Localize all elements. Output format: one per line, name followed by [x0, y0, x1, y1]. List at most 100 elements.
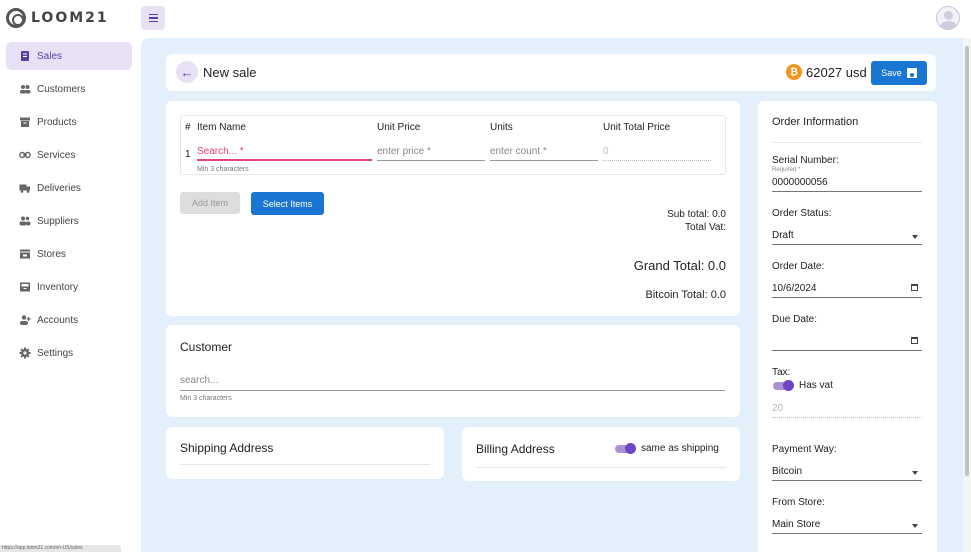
serial-number-input[interactable]: 0000000056: [772, 177, 922, 192]
sidebar-item-suppliers[interactable]: Suppliers: [6, 207, 132, 235]
bitcoin-total: Bitcoin Total: 0.0: [645, 289, 726, 301]
order-date-value: 10/6/2024: [772, 283, 817, 294]
sub-total: Sub total: 0.0: [667, 209, 726, 220]
sidebar-item-customers[interactable]: Customers: [6, 75, 132, 103]
items-table: # Item Name Unit Price Units Unit Total …: [180, 115, 726, 175]
page-title: New sale: [203, 65, 257, 80]
from-store-label: From Store:: [772, 497, 825, 508]
shipping-address-card[interactable]: Shipping Address: [166, 427, 444, 479]
menu-toggle-button[interactable]: [141, 6, 165, 30]
sidebar-item-sales[interactable]: Sales: [6, 42, 132, 70]
sidebar-item-label: Inventory: [37, 281, 79, 293]
chevron-down-icon: [912, 524, 918, 528]
calendar-icon[interactable]: [911, 337, 918, 344]
sidebar-item-label: Settings: [37, 347, 74, 359]
serial-number-label: Serial Number:: [772, 155, 839, 166]
total-vat: Total Vat:: [685, 222, 726, 233]
column-header: Unit Price: [377, 122, 421, 133]
sidebar-item-label: Sales: [37, 50, 63, 62]
vat-rate-field: 20: [772, 403, 922, 418]
items-card: # Item Name Unit Price Units Unit Total …: [166, 101, 740, 316]
bitcoin-price: 62027 usd: [806, 65, 867, 80]
floppy-disk-icon: [906, 68, 917, 78]
truck-icon: [19, 183, 31, 194]
sidebar-item-inventory[interactable]: Inventory: [6, 273, 132, 301]
order-information-card: Order Information Serial Number: Require…: [758, 101, 937, 552]
status-bar-url: https://app.loom21.com/en-US/sales: [0, 545, 121, 552]
sidebar: Sales Customers Products Services Delive…: [0, 38, 141, 552]
serial-required-hint: Required *: [772, 167, 801, 173]
group-icon: [19, 216, 31, 227]
tax-label: Tax:: [772, 367, 791, 378]
sidebar-item-label: Products: [37, 116, 77, 128]
column-header: Item Name: [197, 122, 246, 133]
sidebar-item-services[interactable]: Services: [6, 141, 132, 169]
sidebar-item-settings[interactable]: Settings: [6, 339, 132, 367]
receipt-icon: [19, 51, 31, 62]
sidebar-item-deliveries[interactable]: Deliveries: [6, 174, 132, 202]
customer-card: Customer search... Min 3 characters: [166, 325, 740, 417]
billing-title: Billing Address: [476, 442, 555, 456]
column-header: Units: [490, 122, 513, 133]
same-as-shipping-label: same as shipping: [641, 443, 719, 454]
sidebar-item-products[interactable]: Products: [6, 108, 132, 136]
chevron-down-icon: [912, 471, 918, 475]
unit-price-input[interactable]: enter price *: [377, 144, 485, 161]
bitcoin-icon: ₿: [786, 64, 802, 80]
sidebar-item-label: Customers: [37, 83, 86, 95]
add-item-button[interactable]: Add Item: [180, 192, 240, 214]
divider: [476, 467, 726, 468]
order-status-select[interactable]: Draft: [772, 230, 922, 245]
due-date-input[interactable]: [772, 336, 922, 351]
divider: [180, 464, 430, 465]
row-number: 1: [185, 149, 191, 160]
scrollbar-thumb[interactable]: [965, 46, 969, 476]
sidebar-item-label: Services: [37, 149, 76, 161]
people-icon: [19, 84, 31, 95]
customer-title: Customer: [180, 340, 233, 354]
order-title: Order Information: [772, 116, 859, 128]
gear-icon: [19, 347, 31, 359]
logo[interactable]: LOOM21: [6, 8, 109, 28]
from-store-select[interactable]: Main Store: [772, 519, 922, 534]
inventory-icon: [19, 282, 31, 293]
customer-search-input[interactable]: search...: [180, 375, 725, 391]
order-date-label: Order Date:: [772, 261, 825, 272]
order-status-label: Order Status:: [772, 208, 832, 219]
item-name-input[interactable]: Search... *: [197, 144, 372, 161]
back-arrow-icon[interactable]: ←: [176, 61, 198, 83]
select-items-button[interactable]: Select Items: [251, 192, 324, 215]
main-content: ← New sale ₿ 62027 usd Save # Item Name …: [141, 38, 963, 552]
save-button[interactable]: Save: [871, 61, 927, 85]
billing-address-card[interactable]: Billing Address same as shipping: [462, 427, 740, 481]
from-store-value: Main Store: [772, 519, 821, 530]
page-scrollbar[interactable]: [963, 38, 971, 552]
item-name-helper: Min 3 characters: [197, 166, 249, 173]
shipping-title: Shipping Address: [180, 441, 274, 455]
add-person-icon: [19, 315, 31, 326]
page-header: ← New sale ₿ 62027 usd Save: [166, 54, 936, 91]
payment-way-select[interactable]: Bitcoin: [772, 466, 922, 481]
has-vat-toggle[interactable]: [772, 380, 794, 391]
link-icon: [19, 150, 31, 161]
column-header: #: [185, 122, 191, 133]
same-as-shipping-toggle[interactable]: [614, 443, 636, 454]
payment-way-label: Payment Way:: [772, 444, 837, 455]
store-icon: [19, 249, 31, 260]
order-date-input[interactable]: 10/6/2024: [772, 283, 922, 298]
customer-search-helper: Min 3 characters: [180, 395, 232, 402]
units-input[interactable]: enter count *: [490, 144, 598, 161]
sidebar-item-label: Stores: [37, 248, 66, 260]
save-label: Save: [881, 68, 902, 78]
due-date-label: Due Date:: [772, 314, 818, 325]
has-vat-label: Has vat: [799, 380, 833, 391]
hamburger-icon: [148, 13, 158, 16]
sidebar-item-stores[interactable]: Stores: [6, 240, 132, 268]
sidebar-item-label: Deliveries: [37, 182, 81, 194]
top-bar: LOOM21: [0, 0, 971, 38]
sidebar-item-accounts[interactable]: Accounts: [6, 306, 132, 334]
logo-text: LOOM21: [31, 10, 109, 26]
user-avatar[interactable]: [936, 6, 960, 30]
calendar-icon[interactable]: [911, 284, 918, 291]
column-header: Unit Total Price: [603, 122, 671, 133]
